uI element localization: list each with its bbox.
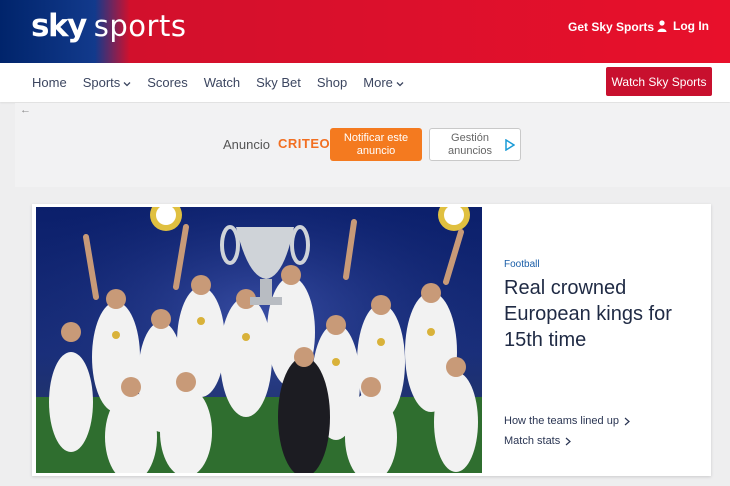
notify-ad-button[interactable]: Notificar este anuncio bbox=[330, 128, 422, 161]
chevron-right-icon bbox=[565, 437, 572, 445]
nav-item-more-label: More bbox=[363, 75, 393, 90]
get-sky-sports-link[interactable]: Get Sky Sports bbox=[568, 20, 654, 34]
celebration-photo[interactable] bbox=[36, 207, 482, 473]
lineups-link[interactable]: How the teams lined up bbox=[504, 415, 630, 427]
criteo-logo: CRITEO bbox=[278, 136, 331, 151]
logo-sports: sports bbox=[93, 9, 187, 43]
match-stats-link[interactable]: Match stats bbox=[504, 435, 572, 447]
logo-sky: sky bbox=[31, 8, 87, 44]
article-category[interactable]: Football bbox=[504, 259, 540, 270]
back-arrow-icon[interactable]: ← bbox=[20, 104, 31, 116]
manage-ads-button[interactable]: Gestión anuncios bbox=[429, 128, 521, 161]
match-stats-link-label: Match stats bbox=[504, 435, 561, 447]
nav-item-sports[interactable]: Sports bbox=[83, 75, 132, 90]
login-link[interactable]: Log In bbox=[657, 19, 709, 33]
chevron-down-icon bbox=[123, 82, 131, 87]
nav-item-shop[interactable]: Shop bbox=[317, 75, 347, 90]
nav-item-sports-label: Sports bbox=[82, 75, 121, 90]
lineups-link-label: How the teams lined up bbox=[504, 415, 619, 427]
chevron-down-icon bbox=[396, 82, 404, 87]
nav-item-more[interactable]: More bbox=[363, 75, 404, 90]
chevron-right-icon bbox=[624, 417, 630, 425]
nav-item-watch[interactable]: Watch bbox=[204, 75, 240, 90]
sky-sports-logo[interactable]: sky sports bbox=[31, 8, 186, 44]
ad-label: Anuncio bbox=[223, 137, 270, 152]
watch-sky-sports-button[interactable]: Watch Sky Sports bbox=[606, 67, 712, 96]
manage-ads-label: Gestión anuncios bbox=[447, 131, 493, 157]
nav-item-scores[interactable]: Scores bbox=[147, 75, 187, 90]
nav-item-home[interactable]: Home bbox=[32, 75, 67, 90]
user-icon bbox=[657, 20, 667, 32]
nav-item-sky-bet[interactable]: Sky Bet bbox=[256, 75, 301, 90]
article-headline[interactable]: Real crowned European kings for 15th tim… bbox=[504, 275, 704, 353]
login-label: Log In bbox=[673, 19, 709, 33]
site-header: sky sports Get Sky Sports Log In bbox=[0, 0, 730, 63]
adchoices-icon bbox=[505, 139, 515, 151]
